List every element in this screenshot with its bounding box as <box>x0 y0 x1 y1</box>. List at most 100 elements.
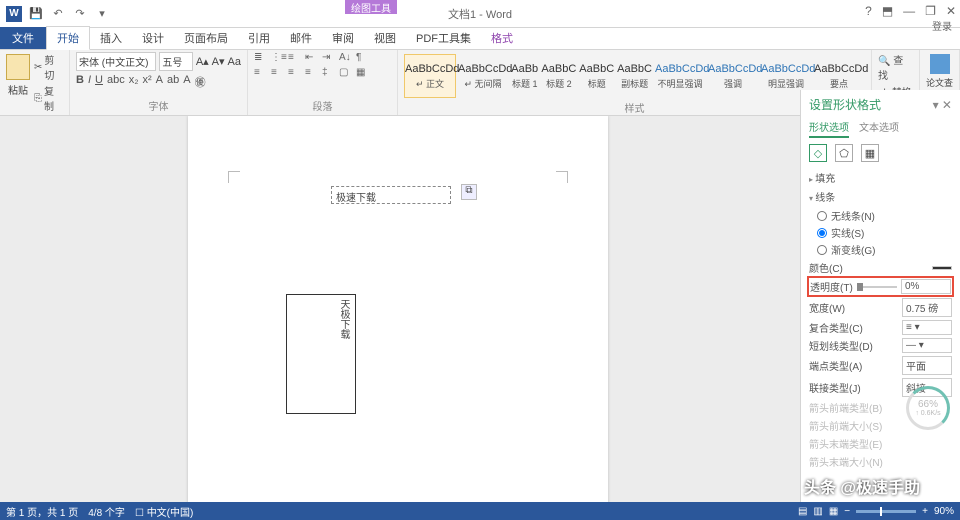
undo-icon[interactable]: ↶ <box>50 6 66 22</box>
borders-icon[interactable]: ▦ <box>356 67 370 78</box>
show-marks-icon[interactable]: ¶ <box>356 52 370 63</box>
italic-button[interactable]: I <box>88 74 91 90</box>
dash-picker[interactable]: — ▾ <box>902 338 952 353</box>
save-icon[interactable]: 💾 <box>28 6 44 22</box>
cut-button[interactable]: ✂ 剪切 <box>34 52 63 82</box>
view-read-icon[interactable]: ▤ <box>798 506 807 517</box>
style-item[interactable]: AaBbC标题 2 <box>540 54 577 98</box>
bullets-icon[interactable]: ≣ <box>254 52 268 63</box>
textbox-selected[interactable]: 极速下载 <box>331 186 451 204</box>
fill-line-icon[interactable]: ◇ <box>809 144 827 162</box>
view-print-icon[interactable]: ▥ <box>813 506 822 517</box>
layout-props-icon[interactable]: ▦ <box>861 144 879 162</box>
text-effects-button[interactable]: A <box>156 74 163 90</box>
shrink-font-icon[interactable]: A▾ <box>212 55 225 68</box>
multilevel-icon[interactable]: ≡ <box>288 52 302 63</box>
help-icon[interactable]: ? <box>865 4 872 18</box>
font-size-select[interactable]: 五号 <box>159 52 192 71</box>
font-color-button[interactable]: A <box>183 74 190 90</box>
align-right-icon[interactable]: ≡ <box>288 67 302 78</box>
tab-review[interactable]: 审阅 <box>322 27 364 49</box>
sort-icon[interactable]: A↓ <box>339 52 353 63</box>
justify-icon[interactable]: ≡ <box>305 67 319 78</box>
tab-design[interactable]: 设计 <box>132 27 174 49</box>
textbox-vertical[interactable]: 天极下载 <box>286 294 356 414</box>
width-value[interactable]: 0.75 磅 <box>902 298 952 317</box>
style-item[interactable]: AaBb标题 1 <box>510 54 539 98</box>
subscript-button[interactable]: x₂ <box>129 74 139 90</box>
document-area[interactable]: 极速下载 ⧉ 天极下载 <box>0 116 800 502</box>
line-section-header[interactable]: 线条 <box>809 189 952 204</box>
grow-font-icon[interactable]: A▴ <box>196 55 209 68</box>
tab-shape-options[interactable]: 形状选项 <box>809 119 849 138</box>
radio-gradient-line[interactable]: 渐变线(G) <box>817 242 952 257</box>
enclose-char-button[interactable]: ㊝ <box>195 74 206 90</box>
zoom-in-icon[interactable]: + <box>922 506 928 517</box>
close-icon[interactable]: ✕ <box>946 4 956 18</box>
cap-picker[interactable]: 平面 <box>902 356 952 375</box>
style-item[interactable]: AaBbCcDd强调 <box>707 54 759 98</box>
transparency-row: 透明度(T) 0% <box>809 278 952 295</box>
compound-picker[interactable]: ≡ ▾ <box>902 320 952 335</box>
numbering-icon[interactable]: ⋮≡ <box>271 52 285 63</box>
minimize-icon[interactable]: — <box>903 4 915 18</box>
radio-solid-line[interactable]: 实线(S) <box>817 225 952 240</box>
tab-home[interactable]: 开始 <box>46 26 90 50</box>
language-indicator[interactable]: ☐ 中文(中国) <box>135 504 193 519</box>
superscript-button[interactable]: x² <box>143 74 152 90</box>
radio-no-line[interactable]: 无线条(N) <box>817 208 952 223</box>
tab-insert[interactable]: 插入 <box>90 27 132 49</box>
align-left-icon[interactable]: ≡ <box>254 67 268 78</box>
pane-close-icon[interactable]: ▾ ✕ <box>933 98 952 112</box>
tab-pdf[interactable]: PDF工具集 <box>406 27 481 49</box>
page-indicator[interactable]: 第 1 页，共 1 页 <box>6 504 78 519</box>
word-count[interactable]: 4/8 个字 <box>88 504 125 519</box>
gauge-rate: ↑ 0.6K/s <box>915 410 940 417</box>
redo-icon[interactable]: ↷ <box>72 6 88 22</box>
transparency-value[interactable]: 0% <box>901 279 951 294</box>
qat-more-icon[interactable]: ▾ <box>94 6 110 22</box>
tab-file[interactable]: 文件 <box>0 27 46 49</box>
zoom-slider[interactable] <box>856 510 916 513</box>
shading-icon[interactable]: ▢ <box>339 67 353 78</box>
style-item[interactable]: AaBbCcDd不明显强调 <box>654 54 706 98</box>
style-item[interactable]: AaBbC副标题 <box>616 54 653 98</box>
underline-button[interactable]: U <box>95 74 103 90</box>
tab-mailings[interactable]: 邮件 <box>280 27 322 49</box>
tab-references[interactable]: 引用 <box>238 27 280 49</box>
fill-section-header[interactable]: 填充 <box>809 170 952 185</box>
tab-text-options[interactable]: 文本选项 <box>859 119 899 138</box>
find-button[interactable]: 🔍 查找 <box>878 52 913 82</box>
view-web-icon[interactable]: ▦ <box>829 506 838 517</box>
highlight-button[interactable]: ab <box>167 74 179 90</box>
login-link[interactable]: 登录 <box>932 18 952 33</box>
style-preview: AaBbCcDd <box>814 63 864 75</box>
style-label: 强调 <box>708 77 758 90</box>
style-preview: AaBb <box>511 63 538 75</box>
line-spacing-icon[interactable]: ‡ <box>322 67 336 78</box>
change-case-icon[interactable]: Aa <box>228 56 241 68</box>
styles-gallery[interactable]: AaBbCcDd↵ 正文AaBbCcDd↵ 无间隔AaBb标题 1AaBbC标题… <box>404 52 865 98</box>
transparency-slider[interactable] <box>857 286 897 288</box>
strike-button[interactable]: abc <box>107 74 125 90</box>
effects-icon[interactable]: ⬠ <box>835 144 853 162</box>
layout-options-icon[interactable]: ⧉ <box>461 184 477 200</box>
increase-indent-icon[interactable]: ⇥ <box>322 52 336 63</box>
style-label: 明显强调 <box>761 77 811 90</box>
tab-layout[interactable]: 页面布局 <box>174 27 238 49</box>
style-item[interactable]: AaBbCcDd↵ 无间隔 <box>457 54 509 98</box>
copy-button[interactable]: ⎘ 复制 <box>34 83 63 113</box>
ribbon-collapse-icon[interactable]: ⬒ <box>882 4 893 18</box>
color-picker[interactable] <box>932 266 952 270</box>
align-center-icon[interactable]: ≡ <box>271 67 285 78</box>
style-item[interactable]: AaBbCcDd↵ 正文 <box>404 54 456 98</box>
bold-button[interactable]: B <box>76 74 84 90</box>
zoom-out-icon[interactable]: − <box>844 506 850 517</box>
zoom-value[interactable]: 90% <box>934 506 954 517</box>
tab-format[interactable]: 格式 <box>481 27 523 49</box>
decrease-indent-icon[interactable]: ⇤ <box>305 52 319 63</box>
restore-icon[interactable]: ❐ <box>925 4 936 18</box>
font-family-select[interactable]: 宋体 (中文正文) <box>76 52 156 71</box>
tab-view[interactable]: 视图 <box>364 27 406 49</box>
style-item[interactable]: AaBbC标题 <box>578 54 615 98</box>
